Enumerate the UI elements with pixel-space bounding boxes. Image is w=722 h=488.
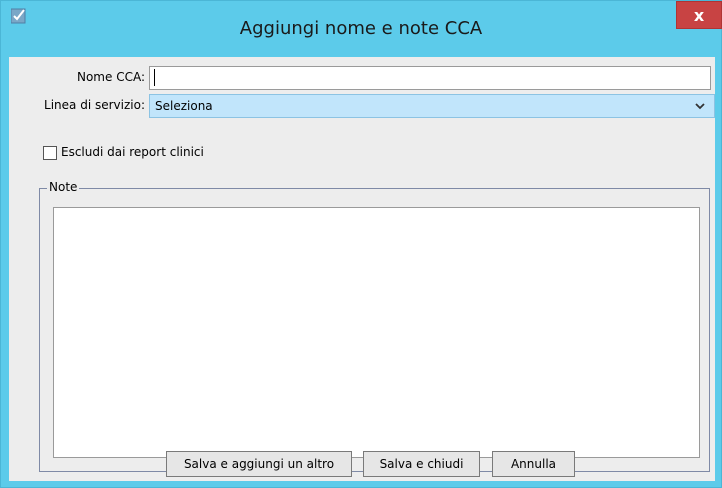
service-line-label: Linea di servizio: [44, 98, 145, 112]
save-add-button-label: Salva e aggiungi un altro [183, 457, 335, 471]
text-caret [154, 69, 155, 86]
service-line-selected-value: Seleziona [155, 99, 213, 113]
cancel-button-label: Annulla [510, 457, 557, 471]
exclude-checkbox-label[interactable]: Escludi dai report clinici [61, 145, 204, 159]
chevron-down-icon [695, 103, 705, 110]
save-add-button[interactable]: Salva e aggiungi un altro [166, 451, 352, 477]
name-input[interactable] [149, 66, 711, 90]
dialog-body: Nome CCA: Linea di servizio: Seleziona E… [9, 57, 715, 481]
dialog-window: Aggiungi nome e note CCA x Nome CCA: Lin… [0, 0, 722, 488]
notes-textarea[interactable] [53, 207, 700, 458]
service-line-select[interactable]: Seleziona [149, 94, 715, 118]
cancel-button[interactable]: Annulla [492, 451, 575, 477]
name-label: Nome CCA: [76, 70, 145, 84]
exclude-checkbox[interactable] [43, 146, 57, 160]
save-close-button-label: Salva e chiudi [379, 457, 464, 471]
window-title: Aggiungi nome e note CCA [239, 18, 483, 39]
close-icon: x [693, 5, 705, 25]
close-button[interactable]: x [676, 1, 722, 29]
title-bar[interactable]: Aggiungi nome e note CCA x [1, 1, 722, 57]
save-close-button[interactable]: Salva e chiudi [363, 451, 480, 477]
notes-legend: Note [47, 180, 80, 194]
